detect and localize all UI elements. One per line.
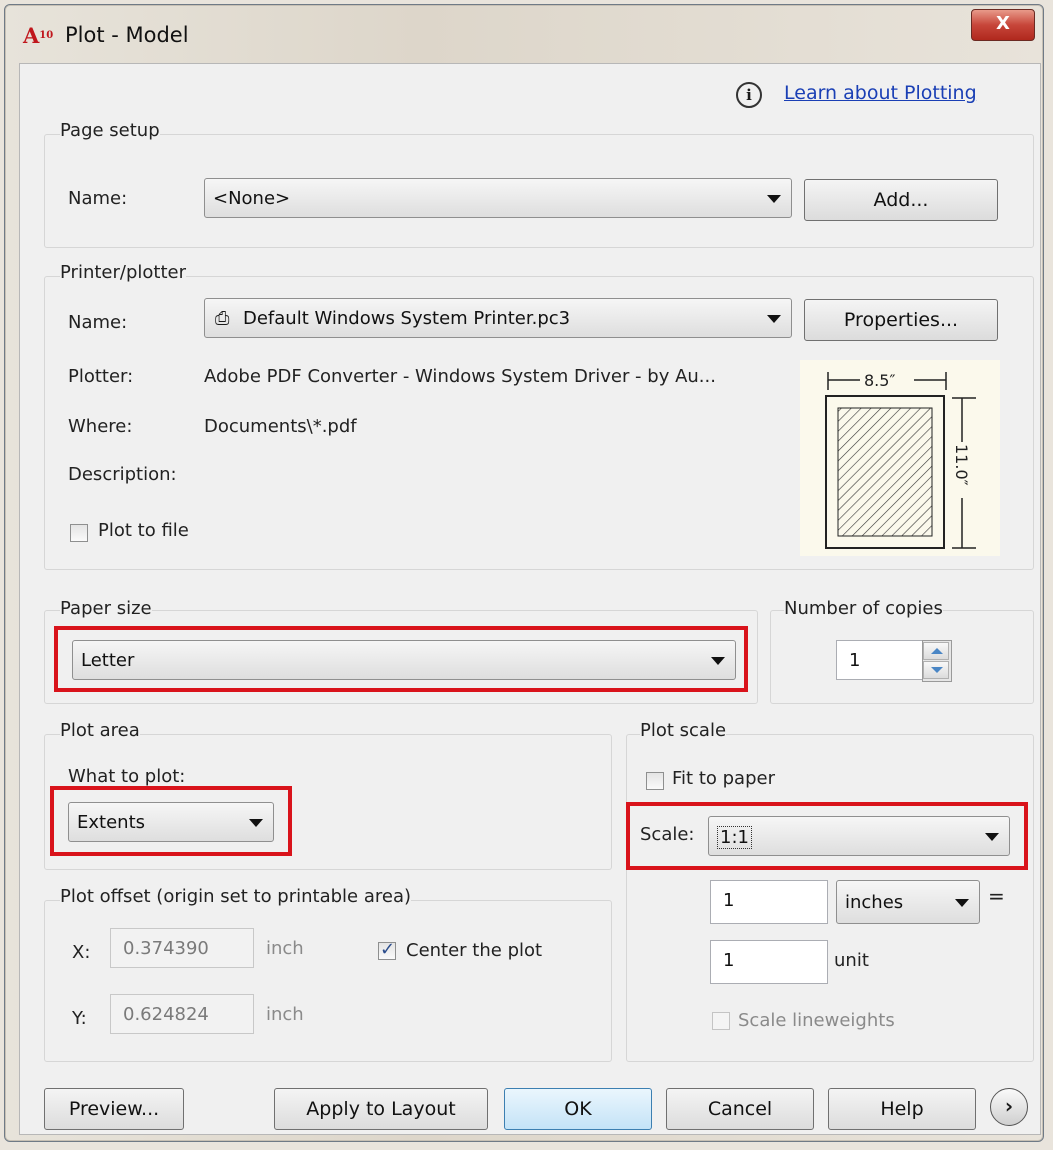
offset-y-unit: inch [266, 1004, 304, 1025]
scale-drawing-unit-label: unit [834, 950, 869, 971]
equals-sign: = [988, 884, 1005, 908]
plot-offset-label: Plot offset (origin set to printable are… [60, 886, 412, 907]
fit-to-paper-checkbox[interactable] [646, 772, 664, 790]
preview-button[interactable]: Preview... [44, 1088, 184, 1130]
page-setup-name-label: Name: [68, 188, 128, 209]
close-button[interactable]: X [971, 9, 1035, 41]
page-setup-name-dropdown[interactable]: <None> [204, 178, 792, 218]
plot-to-file-label: Plot to file [98, 520, 189, 541]
what-to-plot-value: Extents [77, 812, 146, 833]
offset-x-input[interactable]: 0.374390 [110, 928, 254, 968]
chevron-down-icon [767, 195, 781, 203]
copies-input[interactable]: 1 [836, 640, 926, 680]
where-value: Documents\*.pdf [204, 416, 357, 437]
add-page-setup-button[interactable]: Add... [804, 179, 998, 221]
plot-to-file-checkbox[interactable] [70, 524, 88, 542]
plot-dialog-window: A10 Plot - Model X i Learn about Plottin… [4, 4, 1044, 1142]
chevron-down-icon [955, 899, 969, 907]
scale-drawing-units-value: 1 [723, 950, 735, 971]
offset-y-label: Y: [72, 1008, 87, 1029]
plot-area-label: Plot area [60, 720, 140, 741]
page-setup-name-value: <None> [213, 188, 291, 209]
offset-x-label: X: [72, 942, 91, 963]
copies-spinner[interactable] [922, 640, 952, 682]
what-to-plot-dropdown[interactable]: Extents [68, 802, 274, 842]
where-label: Where: [68, 416, 133, 437]
window-title: Plot - Model [65, 23, 189, 47]
expand-more-options-icon[interactable]: › [990, 1088, 1028, 1126]
printer-icon: ⎙ [215, 308, 230, 329]
copies-value: 1 [849, 650, 861, 671]
printer-plotter-label: Printer/plotter [60, 262, 186, 283]
copies-label: Number of copies [784, 598, 943, 619]
fit-to-paper-label: Fit to paper [672, 768, 775, 789]
scale-dropdown[interactable]: 1:1 [708, 816, 1010, 856]
paper-preview-diagram: 8.5″ 11.0″ [825, 370, 976, 549]
learn-about-plotting-link[interactable]: Learn about Plotting [784, 82, 977, 104]
scale-value: 1:1 [717, 826, 752, 849]
spin-up-icon[interactable] [923, 642, 949, 660]
offset-x-value: 0.374390 [123, 938, 209, 959]
scale-units-dropdown[interactable]: inches [836, 880, 980, 924]
chevron-down-icon [767, 315, 781, 323]
plotter-label: Plotter: [68, 366, 134, 387]
scale-lineweights-label: Scale lineweights [738, 1010, 895, 1031]
page-setup-label: Page setup [60, 120, 160, 141]
offset-x-unit: inch [266, 938, 304, 959]
cancel-button[interactable]: Cancel [666, 1088, 814, 1130]
title-bar[interactable]: A10 Plot - Model X [5, 5, 1043, 63]
scale-paper-units-input[interactable]: 1 [710, 880, 828, 924]
printer-name-value: Default Windows System Printer.pc3 [243, 308, 571, 329]
scale-units-value: inches [845, 892, 904, 913]
paper-size-label: Paper size [60, 598, 152, 619]
printer-name-dropdown[interactable]: ⎙ Default Windows System Printer.pc3 [204, 298, 792, 338]
scale-drawing-units-input[interactable]: 1 [710, 940, 828, 984]
autocad-app-icon: A10 [23, 23, 54, 48]
paper-preview: 8.5″ 11.0″ [800, 360, 1000, 556]
paper-size-value: Letter [81, 650, 135, 671]
ok-button[interactable]: OK [504, 1088, 652, 1130]
description-label: Description: [68, 464, 177, 485]
center-plot-label: Center the plot [406, 940, 543, 961]
printer-name-label: Name: [68, 312, 128, 333]
offset-y-input[interactable]: 0.624824 [110, 994, 254, 1034]
scale-label: Scale: [640, 824, 695, 845]
what-to-plot-label: What to plot: [68, 766, 186, 787]
printer-properties-button[interactable]: Properties... [804, 299, 998, 341]
spin-down-icon[interactable] [923, 661, 949, 679]
dialog-client-area: i Learn about Plotting Page setup Name: … [19, 63, 1041, 1135]
chevron-down-icon [249, 819, 263, 827]
info-icon: i [736, 82, 762, 108]
offset-y-value: 0.624824 [123, 1004, 209, 1025]
paper-height-label: 11.0″ [952, 444, 971, 486]
paper-width-label: 8.5″ [864, 371, 895, 390]
help-button[interactable]: Help [828, 1088, 976, 1130]
scale-paper-units-value: 1 [723, 890, 735, 911]
plot-offset-group [44, 900, 612, 1062]
plotter-value: Adobe PDF Converter - Windows System Dri… [204, 366, 716, 387]
chevron-down-icon [711, 657, 725, 665]
paper-size-dropdown[interactable]: Letter [72, 640, 736, 680]
chevron-down-icon [985, 833, 999, 841]
scale-lineweights-checkbox[interactable] [712, 1012, 730, 1030]
plot-scale-label: Plot scale [640, 720, 727, 741]
apply-to-layout-button[interactable]: Apply to Layout [274, 1088, 488, 1130]
center-plot-checkbox[interactable] [378, 939, 396, 960]
